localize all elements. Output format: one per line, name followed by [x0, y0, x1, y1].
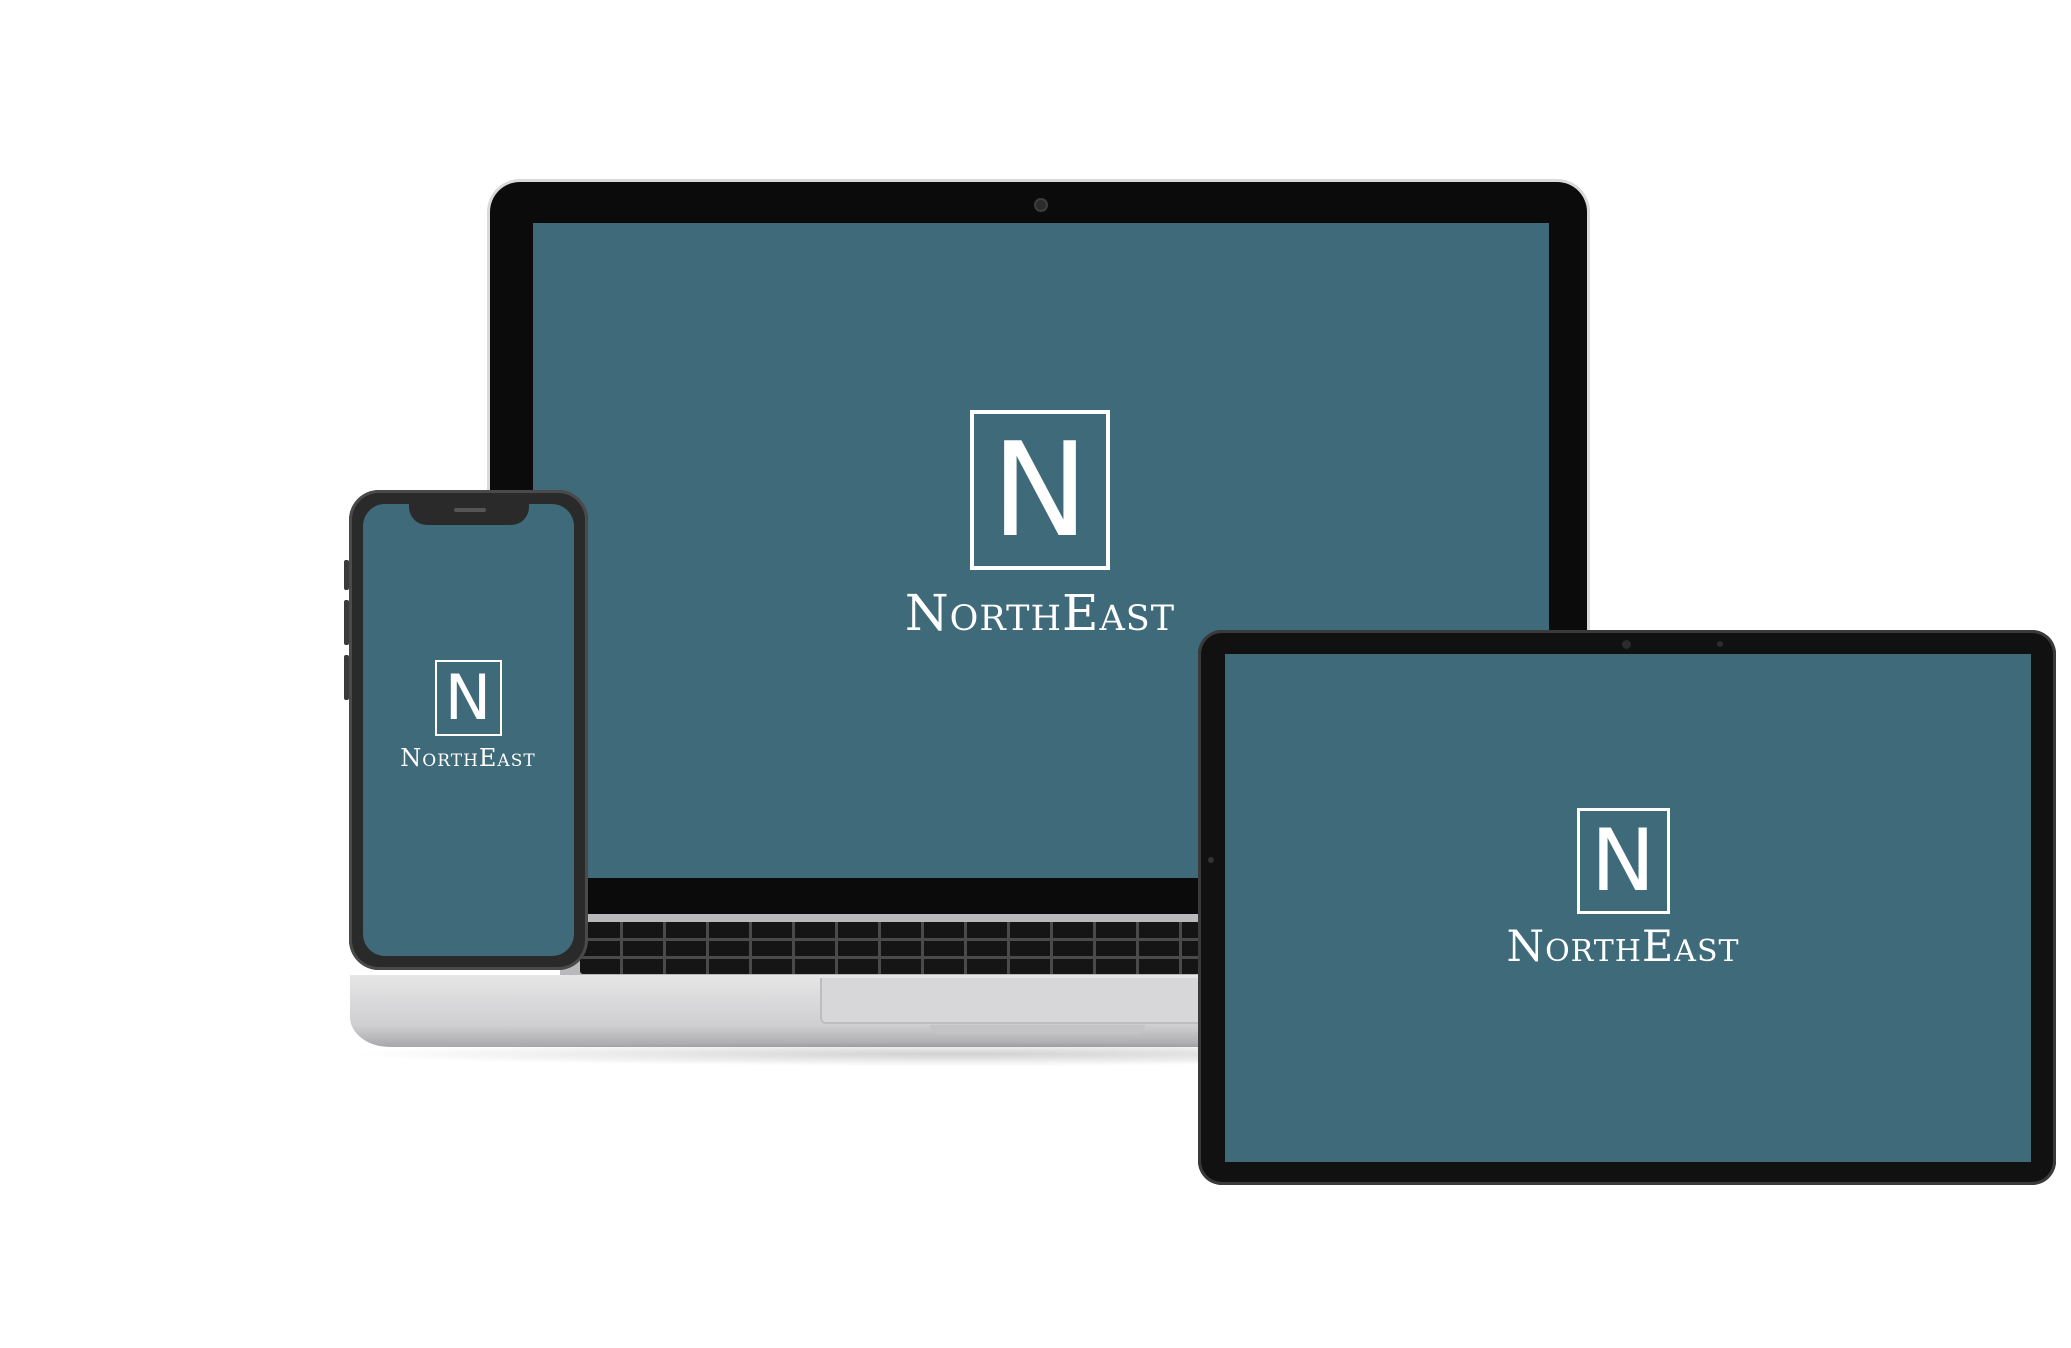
tablet-side-dot: [1208, 857, 1214, 863]
phone-speaker: [454, 508, 486, 512]
logo-wordmark: NorthEast: [400, 744, 536, 772]
laptop-logo: N NorthEast: [860, 410, 1220, 638]
logo-mark: N: [1576, 808, 1670, 914]
phone-notch: [409, 501, 529, 525]
laptop-keyboard: [580, 922, 1200, 974]
phone-logo: N NorthEast: [388, 660, 548, 770]
tablet-logo: N NorthEast: [1473, 808, 1773, 969]
logo-wordmark: NorthEast: [904, 584, 1176, 642]
logo-mark: N: [970, 410, 1110, 570]
laptop-camera: [1034, 198, 1048, 212]
tablet-camera: [1622, 640, 1631, 649]
logo-wordmark: NorthEast: [1506, 922, 1740, 972]
tablet-sensor: [1717, 641, 1723, 647]
laptop-opening-notch: [930, 1025, 1145, 1034]
logo-mark: N: [434, 660, 502, 736]
